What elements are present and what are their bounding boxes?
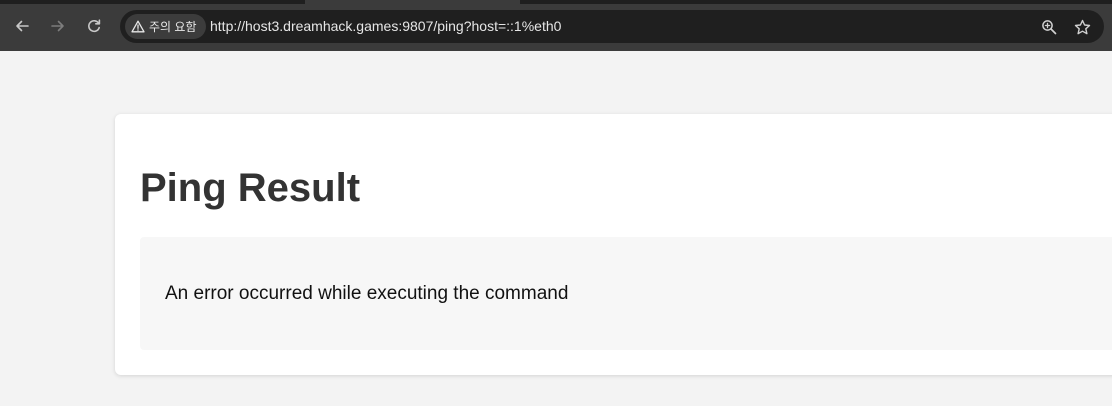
- star-icon: [1074, 19, 1090, 34]
- address-bar[interactable]: 주의 요함 http://host3.dreamhack.games:9807/…: [120, 10, 1104, 43]
- browser-toolbar: 주의 요함 http://host3.dreamhack.games:9807/…: [0, 0, 1112, 51]
- back-button[interactable]: [10, 14, 34, 38]
- result-message: An error occurred while executing the co…: [165, 283, 569, 304]
- security-warning-chip[interactable]: 주의 요함: [125, 14, 206, 39]
- bookmark-button[interactable]: [1071, 16, 1093, 38]
- security-chip-label: 주의 요함: [149, 20, 197, 34]
- url-text[interactable]: http://host3.dreamhack.games:9807/ping?h…: [210, 10, 561, 43]
- page-title: Ping Result: [140, 166, 361, 210]
- arrow-left-icon: [16, 20, 29, 32]
- reload-icon: [88, 19, 101, 33]
- tab-strip-right: [520, 0, 1112, 4]
- result-box: An error occurred while executing the co…: [140, 237, 1112, 350]
- zoom-button[interactable]: [1038, 16, 1060, 38]
- reload-button[interactable]: [82, 14, 106, 38]
- arrow-right-icon: [51, 20, 64, 32]
- result-card: Ping Result An error occurred while exec…: [115, 114, 1112, 375]
- zoom-in-icon: [1042, 20, 1057, 35]
- forward-button[interactable]: [46, 14, 70, 38]
- active-tab-edge: [305, 0, 520, 4]
- tab-strip: [0, 0, 305, 4]
- warning-triangle-icon: [131, 20, 145, 33]
